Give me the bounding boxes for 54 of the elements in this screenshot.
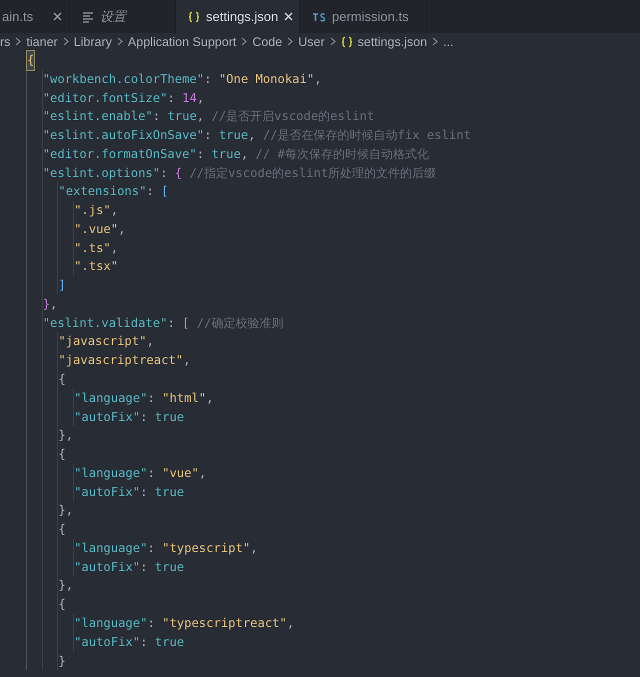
code-line: ".js",	[27, 201, 118, 220]
code-line: },	[27, 501, 74, 520]
code-line: },	[27, 294, 58, 314]
code-line: "language": "typescriptreact",	[27, 614, 294, 633]
code-line: ".tsx"	[27, 257, 118, 276]
chevron-icon	[432, 37, 438, 46]
code-line: "javascript",	[27, 332, 154, 352]
code-line: "language": "html",	[27, 388, 214, 408]
code-line: "autoFix": true	[27, 632, 184, 652]
code-line: "eslint.options": { //指定vscode的eslint所处理的文件的后缀	[27, 164, 436, 182]
code-line: "autoFix": true	[27, 558, 184, 576]
code-line: "editor.fontSize": 14,	[27, 88, 204, 108]
breadcrumb-item[interactable]: Application Support	[128, 34, 236, 48]
chevron-icon	[287, 37, 294, 46]
close-icon[interactable]	[53, 12, 62, 21]
breadcrumb-item[interactable]: Code	[252, 34, 282, 48]
chevron-icon	[15, 37, 22, 46]
breadcrumb-item[interactable]: ...	[443, 34, 454, 48]
code-line: {	[27, 370, 66, 389]
editor-tab[interactable]: settings.json	[176, 0, 300, 33]
code-line: {	[27, 595, 66, 614]
chevron-icon	[62, 37, 69, 46]
code-line: ".ts",	[27, 238, 118, 258]
chevron-icon	[241, 37, 248, 46]
code-line: "language": "typescript",	[27, 538, 258, 558]
breadcrumb-item[interactable]: settings.json	[358, 34, 428, 48]
breadcrumb-item[interactable]: User	[298, 34, 325, 48]
ts-icon	[312, 12, 326, 22]
code-line: "eslint.autoFixOnSave": true, //是否在保存的时候自动fix eslint	[27, 126, 471, 145]
code-line: "autoFix": true	[27, 482, 184, 502]
braces-icon	[340, 36, 353, 48]
editor-tab[interactable]: ain.ts	[0, 0, 70, 33]
code-line: },	[27, 426, 74, 446]
chevron-icon	[116, 37, 123, 46]
code-line: "extensions": [	[27, 182, 168, 202]
breadcrumb-item[interactable]: Library	[74, 34, 112, 48]
code-line: "eslint.enable": true, //是否开启vscode的eslint	[27, 107, 374, 126]
code-line: "autoFix": true	[27, 408, 184, 426]
code-line: ".vue",	[27, 220, 126, 239]
code-line: "editor.formatOnSave": true, // #每次保存的时候自动格式化	[27, 144, 429, 164]
code-line: "language": "vue",	[27, 464, 206, 483]
code-line: "javascriptreact",	[27, 351, 190, 370]
code-line: }	[27, 652, 66, 670]
chevron-icon	[330, 37, 336, 46]
braces-icon	[188, 10, 200, 22]
code-line: },	[27, 576, 74, 596]
code-line: {	[27, 520, 66, 539]
code-line: "workbench.colorTheme": "One Monokai",	[27, 70, 322, 89]
breadcrumb-item[interactable]: tianer	[26, 34, 58, 48]
breadcrumb-item[interactable]: rs	[0, 34, 10, 48]
code-line: "eslint.validate": [ //确定校验准则	[27, 314, 284, 332]
code-line: ]	[27, 276, 66, 295]
list-icon	[82, 10, 94, 22]
code-line: {	[27, 445, 66, 464]
